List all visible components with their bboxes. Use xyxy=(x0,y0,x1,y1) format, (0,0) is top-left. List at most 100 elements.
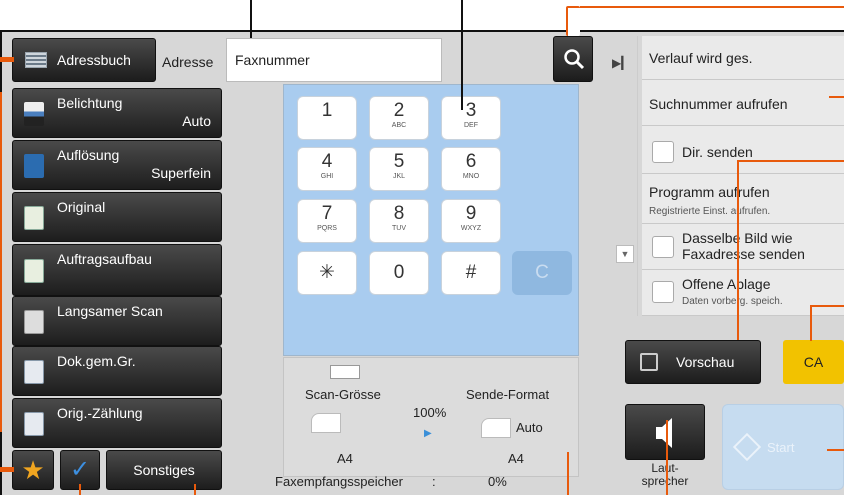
star-icon: ★ xyxy=(21,455,45,485)
key-asterisk[interactable]: ✳ xyxy=(297,251,357,295)
resolution-icon xyxy=(24,154,44,178)
original-icon xyxy=(24,206,44,230)
callout-line xyxy=(737,160,739,340)
history-status: Verlauf wird ges. xyxy=(642,36,844,80)
collapse-panel-icon[interactable]: ▶▎ xyxy=(612,56,630,70)
function-label: Auflösung xyxy=(57,147,120,163)
start-label: Start xyxy=(767,440,795,455)
callout-line xyxy=(827,449,844,451)
key-0[interactable]: 0 xyxy=(369,251,429,295)
function-value: Superfein xyxy=(151,165,211,181)
fax-number-input[interactable]: Faxnummer xyxy=(226,38,442,82)
preview-label: Vorschau xyxy=(676,354,735,370)
callout-line xyxy=(566,6,580,36)
send-format-label: Sende-Format xyxy=(466,387,550,402)
callout-line xyxy=(461,0,463,110)
key-7[interactable]: 7 PQRS xyxy=(297,199,357,243)
callout-marker xyxy=(0,467,14,472)
function-original[interactable]: Original xyxy=(12,192,222,242)
search-icon xyxy=(564,49,585,70)
preview-icon xyxy=(640,353,658,371)
callout-line xyxy=(737,160,844,162)
callout-line xyxy=(250,0,252,38)
favorites-star-button[interactable]: ★ xyxy=(12,450,54,490)
function-resolution[interactable]: Auflösung Superfein xyxy=(12,140,222,190)
direct-send-checkbox[interactable] xyxy=(652,141,674,163)
key-9[interactable]: 9 WXYZ xyxy=(441,199,501,243)
callout-line xyxy=(666,420,668,495)
callout-line xyxy=(810,305,844,307)
callout-line xyxy=(0,92,2,432)
key-5[interactable]: 5 JKL xyxy=(369,147,429,191)
scroll-down-icon[interactable]: ▼ xyxy=(616,245,634,263)
job-build-icon xyxy=(24,259,44,283)
callout-line xyxy=(194,484,196,495)
count-icon xyxy=(24,412,44,436)
address-book-button[interactable]: Adressbuch xyxy=(12,38,156,82)
function-value: Auto xyxy=(182,113,211,129)
ratio-value: 100% xyxy=(413,405,447,420)
same-image-label-2: Faxadresse senden xyxy=(682,246,805,262)
function-mixed-size[interactable]: Dok.gem.Gr. xyxy=(12,346,222,396)
scan-paper-icon xyxy=(311,413,341,433)
slow-scan-icon xyxy=(24,310,44,334)
scanner-icon xyxy=(330,365,360,379)
open-filing-option[interactable]: Offene Ablage Daten vorberg. speich. xyxy=(642,272,844,316)
open-filing-subtitle: Daten vorberg. speich. xyxy=(682,296,783,307)
function-label: Auftragsaufbau xyxy=(57,251,152,267)
start-button[interactable]: Start xyxy=(722,404,844,490)
callout-line xyxy=(810,305,812,341)
same-image-option[interactable]: Dasselbe Bild wie Faxadresse senden xyxy=(642,226,844,270)
call-search-number[interactable]: Suchnummer aufrufen xyxy=(642,82,844,126)
start-icon xyxy=(732,432,762,462)
preview-button[interactable]: Vorschau xyxy=(625,340,761,384)
scan-size-label: Scan-Grösse xyxy=(305,387,381,402)
exposure-icon xyxy=(24,102,44,126)
function-label: Belichtung xyxy=(57,95,123,111)
callout-line xyxy=(580,6,844,8)
function-label: Dok.gem.Gr. xyxy=(57,353,136,369)
right-panel-scrollbar[interactable] xyxy=(608,36,638,316)
address-label: Adresse xyxy=(162,54,214,70)
key-2[interactable]: 2 ABC xyxy=(369,96,429,140)
function-slow-scan[interactable]: Langsamer Scan xyxy=(12,296,222,346)
key-hash[interactable]: # xyxy=(441,251,501,295)
open-filing-checkbox[interactable] xyxy=(652,281,674,303)
other-button[interactable]: Sonstiges xyxy=(106,450,222,490)
clear-all-button[interactable]: CA xyxy=(783,340,844,384)
function-label: Original xyxy=(57,199,106,215)
callout-line xyxy=(829,96,844,98)
fax-memory-label: Faxempfangsspeicher xyxy=(275,474,403,489)
program-title: Programm aufrufen xyxy=(649,184,770,200)
speaker-label: Laut- sprecher xyxy=(641,461,689,488)
mixed-size-icon xyxy=(24,360,44,384)
function-label: Orig.-Zählung xyxy=(57,405,143,421)
key-8[interactable]: 8 TUV xyxy=(369,199,429,243)
same-image-checkbox[interactable] xyxy=(652,236,674,258)
function-job-build[interactable]: Auftragsaufbau xyxy=(12,244,222,296)
key-clear[interactable]: C xyxy=(512,251,572,295)
function-count[interactable]: Orig.-Zählung xyxy=(12,398,222,448)
send-format-value: Auto xyxy=(516,420,543,435)
address-book-icon xyxy=(25,52,47,68)
address-book-label: Adressbuch xyxy=(57,52,131,68)
function-exposure[interactable]: Belichtung Auto xyxy=(12,88,222,138)
fax-memory-value: 0% xyxy=(488,474,507,489)
key-6[interactable]: 6 MNO xyxy=(441,147,501,191)
speaker-button[interactable] xyxy=(625,404,705,460)
open-filing-label: Offene Ablage xyxy=(682,276,771,292)
callout-line xyxy=(567,452,569,495)
direct-send-label: Dir. senden xyxy=(682,144,753,160)
callout-marker xyxy=(0,57,14,62)
direct-send-option[interactable]: Dir. senden xyxy=(642,130,844,174)
call-program[interactable]: Programm aufrufen Registrierte Einst. au… xyxy=(642,176,844,224)
arrow-right-icon: ▶ xyxy=(424,428,432,439)
scan-paper-size: A4 xyxy=(337,451,353,466)
callout-line xyxy=(79,484,81,495)
fax-memory-separator: : xyxy=(432,474,436,489)
search-button[interactable] xyxy=(553,36,593,82)
key-3[interactable]: 3 DEF xyxy=(441,96,501,140)
key-4[interactable]: 4 GHI xyxy=(297,147,357,191)
function-label: Langsamer Scan xyxy=(57,303,163,319)
key-1[interactable]: 1 xyxy=(297,96,357,140)
